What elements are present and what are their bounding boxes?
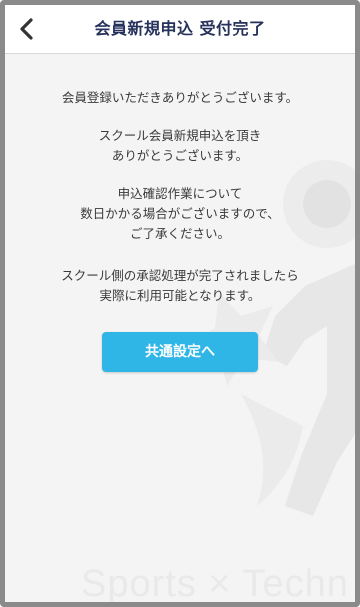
message-line: スクール側の承認処理が完了されましたら xyxy=(61,268,299,283)
watermark-text: Sports × Techn xyxy=(81,563,349,605)
message-line: スクール会員新規申込を頂き xyxy=(98,128,262,143)
message-line: ありがとうございます。 xyxy=(111,148,249,163)
common-settings-button[interactable]: 共通設定へ xyxy=(102,332,258,372)
thanks-paragraph: 会員登録いただきありがとうございます。 xyxy=(5,88,355,108)
chevron-left-icon xyxy=(20,18,33,40)
message-line: 会員登録いただきありがとうございます。 xyxy=(61,90,299,105)
processing-notice-paragraph: 申込確認作業について 数日かかる場合がございますので、 ご了承ください。 xyxy=(5,184,355,244)
back-button[interactable] xyxy=(11,13,43,45)
message-line: ご了承ください。 xyxy=(129,226,230,241)
message-line: 実際に利用可能となります。 xyxy=(99,288,261,303)
message-line: 数日かかる場合がございますので、 xyxy=(80,206,280,221)
message-line: 申込確認作業について xyxy=(117,186,243,201)
page-title: 会員新規申込 受付完了 xyxy=(94,19,266,38)
approval-notice-paragraph: スクール側の承認処理が完了されましたら 実際に利用可能となります。 xyxy=(5,266,355,306)
app-header: 会員新規申込 受付完了 xyxy=(5,5,355,54)
app-frame: Sports × Techn 会員新規申込 受付完了 会員登録いただきありがとう… xyxy=(0,0,360,607)
application-received-paragraph: スクール会員新規申込を頂き ありがとうございます。 xyxy=(5,126,355,166)
